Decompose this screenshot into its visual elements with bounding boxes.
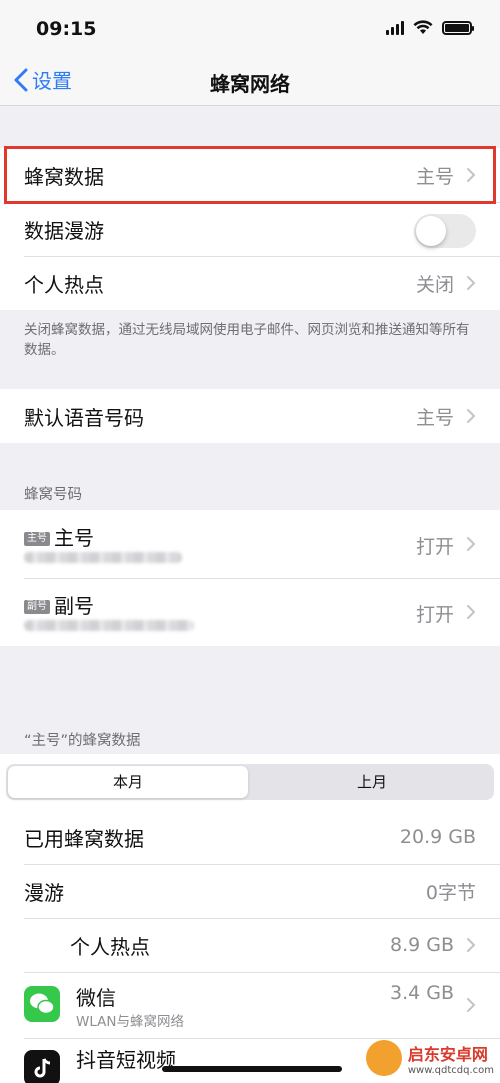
wechat-app-icon <box>24 986 60 1022</box>
personal-hotspot-row[interactable]: 个人热点 关闭 <box>0 256 500 310</box>
plan-name: 主号 <box>54 526 94 550</box>
cellular-signal-icon <box>386 20 404 35</box>
hotspot-usage-label: 个人热点 <box>70 934 150 959</box>
status-time: 09:15 <box>36 18 97 40</box>
segment-last-month[interactable]: 上月 <box>252 766 492 798</box>
default-voice-label: 默认语音号码 <box>24 405 144 430</box>
used-data-value: 20.9 GB <box>399 826 476 848</box>
redacted-phone-number <box>24 552 182 563</box>
default-voice-group: 默认语音号码 主号 <box>0 389 500 443</box>
roaming-usage-row: 漫游 0字节 <box>0 864 500 918</box>
roaming-usage-value: 0字节 <box>425 881 476 904</box>
cellular-plans-header: 蜂窝号码 <box>24 487 82 503</box>
app-row-wechat[interactable]: 微信 WLAN与蜂窝网络 3.4 GB <box>0 972 500 1038</box>
segment-this-month[interactable]: 本月 <box>8 766 248 798</box>
status-bar: 09:15 <box>0 0 500 56</box>
default-voice-value: 主号 <box>415 406 454 429</box>
watermark-logo-icon <box>365 1040 402 1076</box>
chevron-right-icon <box>467 998 475 1012</box>
data-roaming-label: 数据漫游 <box>24 218 104 243</box>
used-data-row: 已用蜂窝数据 20.9 GB <box>0 810 500 864</box>
chevron-right-icon <box>467 605 475 619</box>
status-icons <box>386 20 474 35</box>
cellular-data-value: 主号 <box>415 165 454 188</box>
sim-badge: 主号 <box>24 531 50 546</box>
toggle-knob <box>416 216 446 246</box>
roaming-usage-label: 漫游 <box>24 880 64 905</box>
cellular-data-footnote: 关闭蜂窝数据，通过无线局域网使用电子邮件、网页浏览和推送通知等所有数据。 <box>24 322 470 358</box>
usage-group: 已用蜂窝数据 20.9 GB 漫游 0字节 个人热点 8.9 GB 微信 WLA… <box>0 754 500 1083</box>
navigation-bar: 设置 蜂窝网络 <box>0 56 500 106</box>
cellular-data-label: 蜂窝数据 <box>24 164 104 189</box>
watermark-title: 启东安卓网 <box>407 1044 488 1064</box>
used-data-label: 已用蜂窝数据 <box>24 826 144 851</box>
plan-status: 打开 <box>415 536 454 558</box>
hotspot-usage-value: 8.9 GB <box>389 934 454 956</box>
chevron-right-icon <box>467 537 475 551</box>
chevron-right-icon <box>467 409 475 423</box>
usage-header: “主号”的蜂窝数据 <box>24 733 141 749</box>
personal-hotspot-value: 关闭 <box>415 273 454 296</box>
default-voice-row[interactable]: 默认语音号码 主号 <box>0 389 500 443</box>
data-roaming-toggle[interactable] <box>414 214 476 248</box>
redacted-phone-number <box>24 620 194 631</box>
plan-name: 副号 <box>54 594 94 618</box>
app-subtitle: WLAN与蜂窝网络 <box>76 1014 185 1030</box>
sim-badge: 副号 <box>24 599 50 614</box>
douyin-app-icon <box>24 1050 60 1083</box>
cellular-settings-group: 蜂窝数据 主号 数据漫游 个人热点 关闭 <box>0 148 500 310</box>
page-title: 蜂窝网络 <box>210 72 290 96</box>
plan-row-primary[interactable]: 主号 主号 打开 <box>0 510 500 578</box>
home-indicator <box>162 1066 342 1072</box>
hotspot-usage-row[interactable]: 个人热点 8.9 GB <box>0 918 500 972</box>
app-usage-value: 3.4 GB <box>389 982 454 1004</box>
plan-status: 打开 <box>415 604 454 626</box>
watermark: 启东安卓网 www.qdtcdq.com <box>365 1040 494 1076</box>
wifi-icon <box>413 20 433 34</box>
battery-icon <box>442 20 474 35</box>
app-name: 抖音短视频 <box>76 1048 176 1072</box>
chevron-right-icon <box>467 938 475 952</box>
cellular-plans-group: 主号 主号 打开 副号 副号 打开 <box>0 510 500 646</box>
app-name: 微信 <box>76 986 116 1010</box>
chevron-right-icon <box>467 276 475 290</box>
cellular-data-row[interactable]: 蜂窝数据 主号 <box>0 148 500 202</box>
plan-row-secondary[interactable]: 副号 副号 打开 <box>0 578 500 646</box>
data-roaming-row: 数据漫游 <box>0 202 500 256</box>
period-segmented-control: 本月 上月 <box>6 764 494 800</box>
chevron-right-icon <box>467 168 475 182</box>
watermark-url: www.qdtcdq.com <box>407 1064 494 1076</box>
personal-hotspot-label: 个人热点 <box>24 272 104 297</box>
